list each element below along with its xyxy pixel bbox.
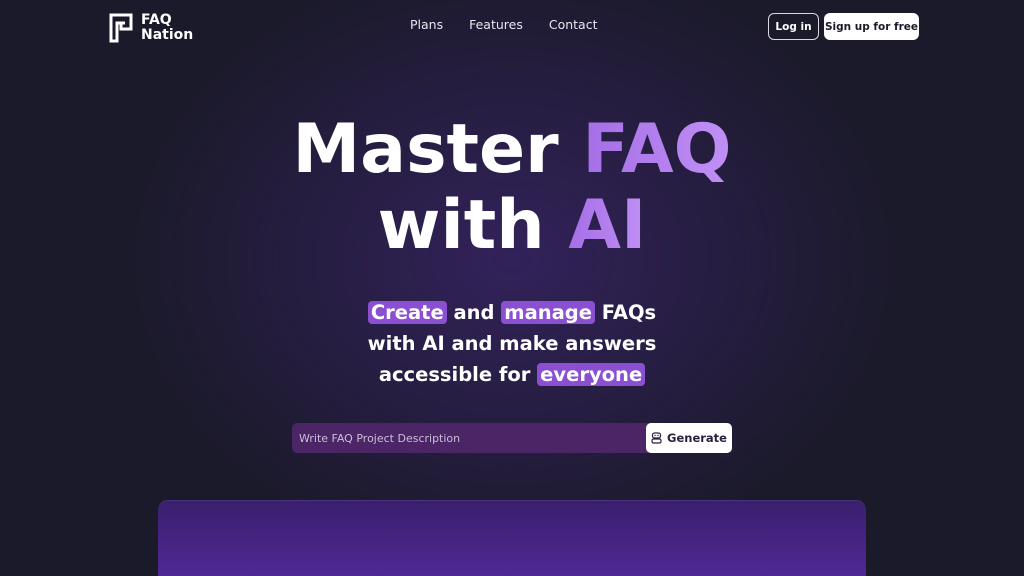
login-button[interactable]: Log in xyxy=(768,13,819,40)
generate-button[interactable]: Generate xyxy=(646,423,732,453)
brand-name-line2: Nation xyxy=(141,27,194,43)
robot-icon xyxy=(651,432,662,444)
hero-subtitle: Create and manage FAQs with AI and make … xyxy=(0,297,1024,390)
hero-title-part2: with xyxy=(377,186,569,265)
highlight-everyone: everyone xyxy=(537,363,646,386)
project-description-form: Generate xyxy=(292,423,732,453)
project-description-input[interactable] xyxy=(292,423,644,453)
hero-title-part1: Master xyxy=(292,110,583,189)
brand-logo[interactable]: FAQ Nation xyxy=(109,12,199,44)
highlight-manage: manage xyxy=(501,301,595,324)
nav-link-plans[interactable]: Plans xyxy=(410,17,443,32)
nav-link-contact[interactable]: Contact xyxy=(549,17,598,32)
brand-name: FAQ Nation xyxy=(141,13,193,43)
brand-name-line1: FAQ xyxy=(141,12,172,28)
subtitle-text-1: and xyxy=(446,301,502,324)
nav-link-features[interactable]: Features xyxy=(469,17,523,32)
subtitle-text-3: accessible for xyxy=(378,363,538,386)
hero-title-accent-ai: AI xyxy=(568,186,647,265)
hero-title: Master FAQ with AI xyxy=(0,112,1024,264)
hero-title-accent-faq: FAQ xyxy=(582,110,732,189)
nav-links: Plans Features Contact xyxy=(410,17,598,32)
subtitle-text-2: FAQs xyxy=(594,301,657,324)
subtitle-line-2: with AI and make answers xyxy=(367,332,657,355)
highlight-create: Create xyxy=(367,301,447,324)
generate-button-label: Generate xyxy=(667,431,727,445)
flag-logo-icon xyxy=(109,13,133,43)
signup-button[interactable]: Sign up for free xyxy=(824,13,919,40)
top-navbar: FAQ Nation Plans Features Contact Log in… xyxy=(0,0,1024,54)
product-preview-panel xyxy=(158,500,866,576)
